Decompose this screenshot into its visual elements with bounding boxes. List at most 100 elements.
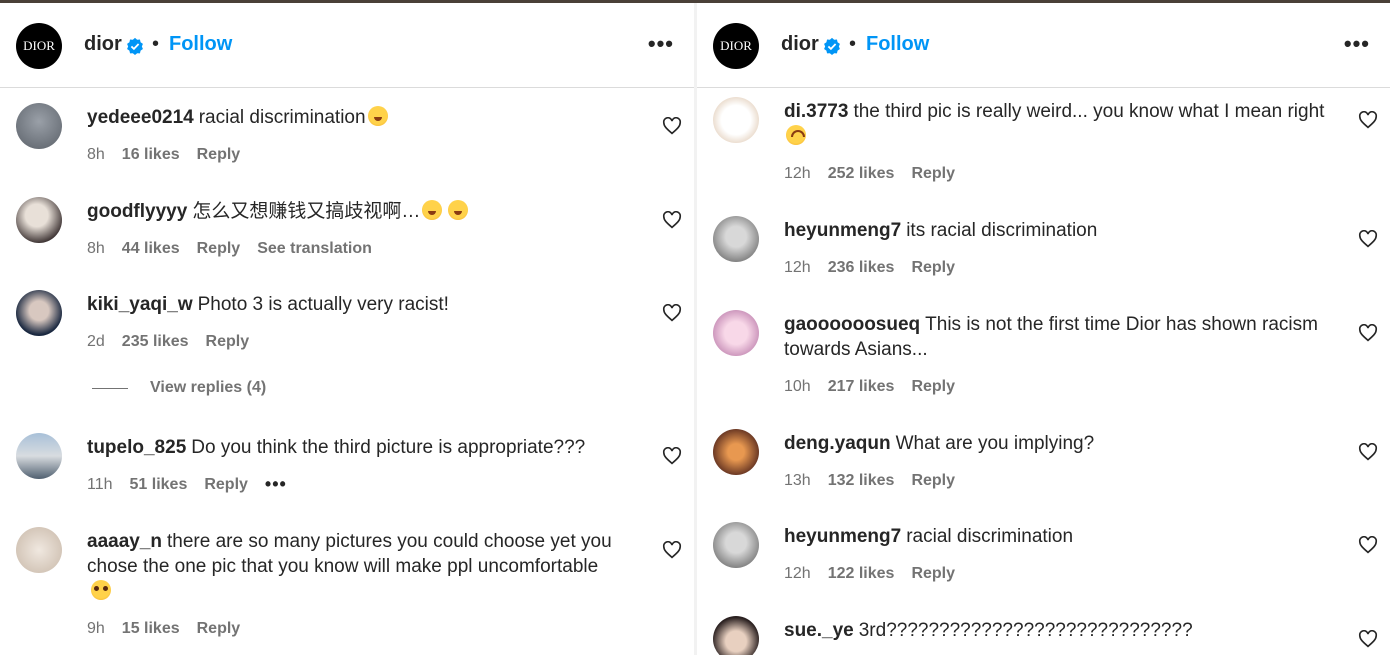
reply-button[interactable]: Reply xyxy=(197,240,241,258)
comment-username[interactable]: goodflyyyy xyxy=(87,201,187,222)
avatar[interactable] xyxy=(713,97,759,143)
comment-body: What are you implying? xyxy=(895,433,1095,454)
like-heart-icon[interactable] xyxy=(662,304,682,322)
more-options-icon[interactable]: ••• xyxy=(1344,31,1370,57)
likes-count[interactable]: 122 likes xyxy=(828,565,895,583)
like-heart-icon[interactable] xyxy=(662,117,682,135)
comment-meta: 8h 16 likes Reply xyxy=(87,146,257,164)
reply-button[interactable]: Reply xyxy=(911,165,955,183)
likes-count[interactable]: 16 likes xyxy=(122,146,180,164)
comment-meta: 12h 122 likes Reply xyxy=(784,565,972,583)
comment-time: 8h xyxy=(87,240,105,257)
reply-button[interactable]: Reply xyxy=(206,333,250,351)
comment-meta: 12h 252 likes Reply xyxy=(784,165,972,183)
like-heart-icon[interactable] xyxy=(662,541,682,559)
see-translation-button[interactable]: See translation xyxy=(257,240,372,258)
reply-button[interactable]: Reply xyxy=(911,565,955,583)
comment-username[interactable]: yedeee0214 xyxy=(87,107,194,128)
likes-count[interactable]: 235 likes xyxy=(122,333,189,351)
reply-button[interactable]: Reply xyxy=(911,472,955,490)
avatar[interactable] xyxy=(16,433,62,479)
account-name[interactable]: dior xyxy=(781,33,819,56)
comment-username[interactable]: gaoooooosueq xyxy=(784,314,920,335)
reply-button[interactable]: Reply xyxy=(911,259,955,277)
header-separator: • xyxy=(849,33,857,55)
like-heart-icon[interactable] xyxy=(662,211,682,229)
comment-meta: 2d 235 likes Reply xyxy=(87,333,266,351)
like-heart-icon[interactable] xyxy=(1358,324,1378,342)
reply-button[interactable]: Reply xyxy=(197,146,241,164)
view-replies-button[interactable]: View replies (4) xyxy=(150,379,266,397)
comment-text: tupelo_825 Do you think the third picture… xyxy=(87,435,642,460)
likes-count[interactable]: 15 likes xyxy=(122,620,180,638)
comment-options-icon[interactable]: ••• xyxy=(265,475,287,494)
follow-button[interactable]: Follow xyxy=(866,33,929,56)
comment-text: di.3773 the third pic is really weird... … xyxy=(784,99,1339,149)
comment-meta: 10h 217 likes Reply xyxy=(784,378,972,396)
upside-down-face-emoji-icon xyxy=(786,125,806,145)
like-heart-icon[interactable] xyxy=(1358,111,1378,129)
verified-badge-icon xyxy=(824,37,840,55)
avatar[interactable] xyxy=(713,616,759,655)
avatar[interactable] xyxy=(713,310,759,356)
pleading-face-emoji-icon xyxy=(91,580,111,600)
comment-meta: 13h 132 likes Reply xyxy=(784,472,972,490)
like-heart-icon[interactable] xyxy=(1358,443,1378,461)
comment-username[interactable]: tupelo_825 xyxy=(87,437,186,458)
avatar[interactable] xyxy=(16,290,62,336)
more-options-icon[interactable]: ••• xyxy=(648,31,674,57)
reply-button[interactable]: Reply xyxy=(204,476,248,494)
likes-count[interactable]: 217 likes xyxy=(828,378,895,396)
likes-count[interactable]: 132 likes xyxy=(828,472,895,490)
post-header: DIOR dior • Follow ••• xyxy=(0,3,694,88)
comment-text: gaoooooosueq This is not the first time D… xyxy=(784,312,1339,362)
follow-button[interactable]: Follow xyxy=(169,33,232,56)
account-name[interactable]: dior xyxy=(84,33,122,56)
comment-username[interactable]: deng.yaqun xyxy=(784,433,891,454)
comment-meta: 9h 15 likes Reply xyxy=(87,620,257,638)
comment-meta: 12h 236 likes Reply xyxy=(784,259,972,277)
comment-username[interactable]: di.3773 xyxy=(784,101,848,122)
like-heart-icon[interactable] xyxy=(1358,536,1378,554)
comment-body: 怎么又想赚钱又搞歧视啊… xyxy=(192,201,421,222)
comment-text: heyunmeng7 its racial discrimination xyxy=(784,218,1339,243)
likes-count[interactable]: 252 likes xyxy=(828,165,895,183)
reply-button[interactable]: Reply xyxy=(911,378,955,396)
grinning-sweat-emoji-icon xyxy=(422,200,443,220)
avatar[interactable] xyxy=(713,429,759,475)
reply-button[interactable]: Reply xyxy=(197,620,241,638)
like-heart-icon[interactable] xyxy=(1358,630,1378,648)
comment-username[interactable]: sue._ye xyxy=(784,620,854,641)
avatar[interactable] xyxy=(16,527,62,573)
like-heart-icon[interactable] xyxy=(1358,230,1378,248)
comment-body: 3rd????????????????????????????? xyxy=(858,620,1193,641)
like-heart-icon[interactable] xyxy=(662,447,682,465)
likes-count[interactable]: 51 likes xyxy=(130,476,188,494)
comment-body: there are so many pictures you could cho… xyxy=(87,531,612,577)
logo-text: DIOR xyxy=(720,38,752,53)
avatar[interactable] xyxy=(16,197,62,243)
comment-time: 13h xyxy=(784,472,811,489)
comment-body: its racial discrimination xyxy=(906,220,1098,241)
view-replies-line xyxy=(92,388,128,389)
comment-body: racial discrimination xyxy=(906,526,1074,547)
likes-count[interactable]: 44 likes xyxy=(122,240,180,258)
comment-username[interactable]: heyunmeng7 xyxy=(784,526,901,547)
comment-time: 12h xyxy=(784,565,811,582)
comment-username[interactable]: heyunmeng7 xyxy=(784,220,901,241)
comment-time: 11h xyxy=(87,476,113,493)
avatar[interactable] xyxy=(713,522,759,568)
likes-count[interactable]: 236 likes xyxy=(828,259,895,277)
dior-avatar[interactable]: DIOR xyxy=(713,23,759,69)
comment-body: Photo 3 is actually very racist! xyxy=(197,294,449,315)
avatar[interactable] xyxy=(713,216,759,262)
comment-text: heyunmeng7 racial discrimination xyxy=(784,524,1339,549)
comment-meta: 11h 51 likes Reply ••• xyxy=(87,475,304,494)
comment-username[interactable]: kiki_yaqi_w xyxy=(87,294,193,315)
comment-time: 8h xyxy=(87,146,105,163)
avatar[interactable] xyxy=(16,103,62,149)
comment-text: aaaay_n there are so many pictures you co… xyxy=(87,529,642,604)
comment-text: deng.yaqun What are you implying? xyxy=(784,431,1339,456)
comment-username[interactable]: aaaay_n xyxy=(87,531,162,552)
dior-avatar[interactable]: DIOR xyxy=(16,23,62,69)
